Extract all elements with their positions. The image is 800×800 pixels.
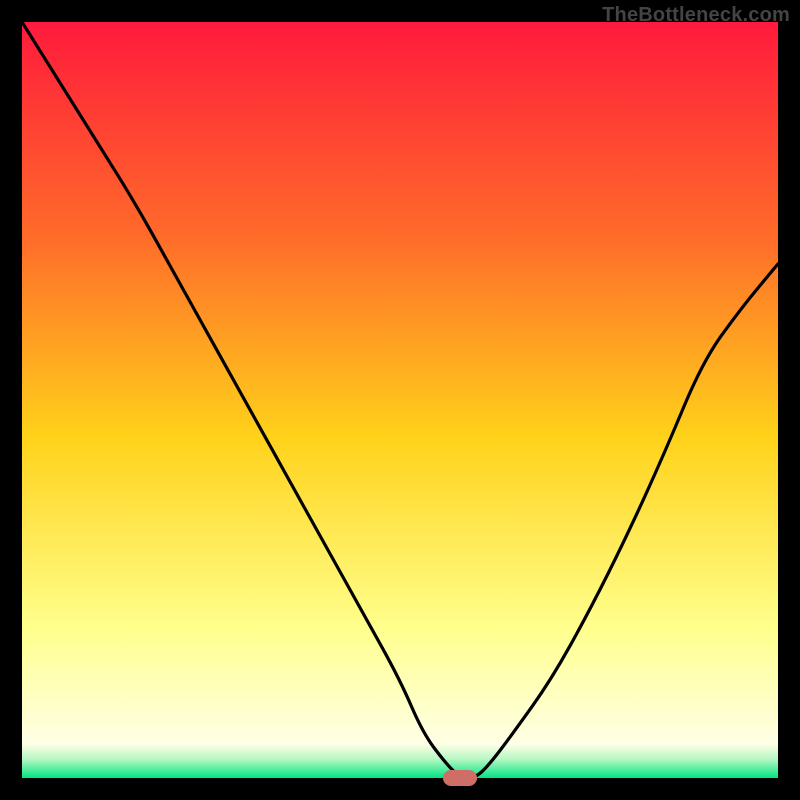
bottleneck-curve bbox=[22, 22, 778, 778]
chart-stage: TheBottleneck.com bbox=[0, 0, 800, 800]
watermark-text: TheBottleneck.com bbox=[602, 4, 790, 27]
optimum-marker bbox=[443, 770, 477, 786]
plot-area bbox=[22, 22, 778, 778]
plot-frame bbox=[22, 22, 778, 778]
